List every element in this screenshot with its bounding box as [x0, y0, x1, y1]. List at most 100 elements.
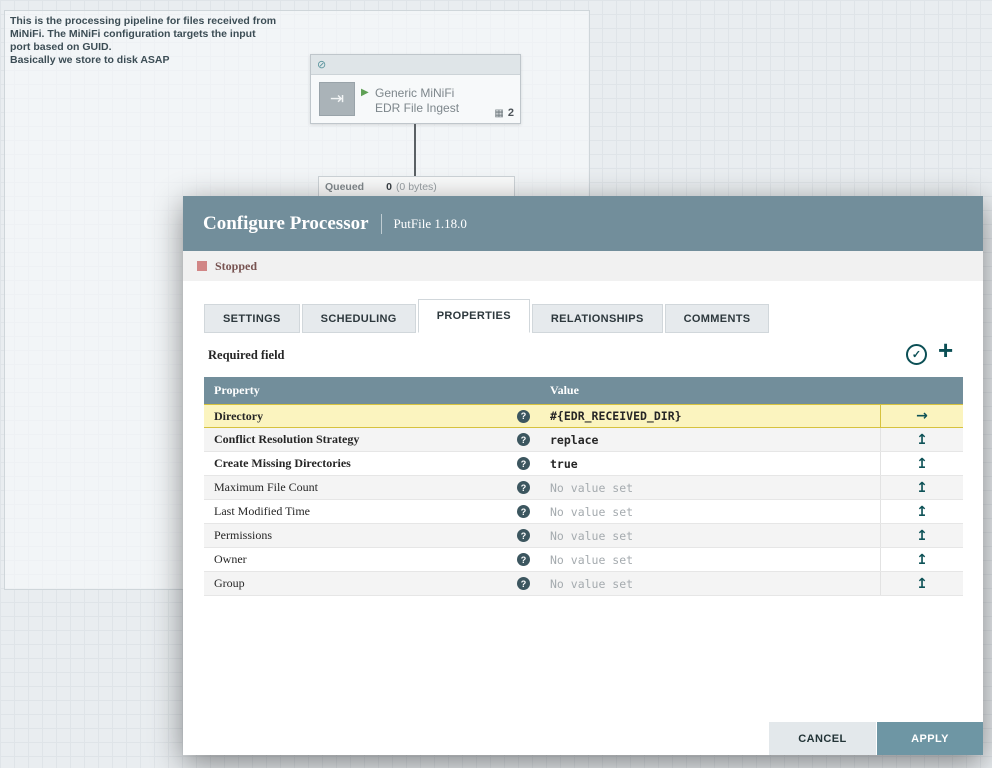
level-up-icon[interactable]: ↥ [916, 577, 928, 591]
tab-label: PROPERTIES [437, 310, 511, 322]
action-cell: → [880, 405, 963, 427]
property-name: Owner [214, 552, 247, 567]
go-to-arrow-icon[interactable]: → [916, 409, 928, 423]
processor-header: ⊘ [311, 55, 520, 75]
property-value[interactable]: No value set [540, 476, 880, 499]
add-property-button[interactable]: + [938, 336, 953, 364]
table-row[interactable]: Directory ? #{EDR_RECEIVED_DIR} → [204, 404, 963, 428]
cancel-button[interactable]: CANCEL [769, 722, 876, 755]
tab-label: RELATIONSHIPS [551, 313, 644, 325]
queued-text: Queued [325, 181, 364, 193]
dialog-header: Configure Processor PutFile 1.18.0 [183, 196, 983, 251]
tab-label: SETTINGS [223, 313, 281, 325]
properties-table-body: Directory ? #{EDR_RECEIVED_DIR} → Confli… [204, 404, 963, 596]
level-up-icon[interactable]: ↥ [916, 505, 928, 519]
help-icon[interactable]: ? [517, 577, 530, 590]
stopped-status-icon [197, 261, 207, 271]
level-up-icon[interactable]: ↥ [916, 553, 928, 567]
level-up-icon[interactable]: ↥ [916, 457, 928, 471]
connection-line [414, 124, 416, 177]
property-name: Permissions [214, 528, 272, 543]
property-value[interactable]: No value set [540, 500, 880, 523]
property-name: Conflict Resolution Strategy [214, 432, 359, 447]
table-row[interactable]: Permissions ? No value set ↥ [204, 524, 963, 548]
action-cell: ↥ [880, 452, 963, 475]
processor-name: Generic MiNiFi EDR File Ingest [375, 86, 459, 116]
tab-properties[interactable]: PROPERTIES [418, 299, 530, 333]
properties-table-header: Property Value [204, 377, 963, 404]
tab-label: COMMENTS [684, 313, 751, 325]
property-value[interactable]: No value set [540, 524, 880, 547]
processor-component[interactable]: ⊘ ⇥ ▶ Generic MiNiFi EDR File Ingest ▦ 2 [310, 54, 521, 124]
property-name: Create Missing Directories [214, 456, 351, 471]
property-value[interactable]: replace [540, 428, 880, 451]
dialog-tabs: SETTINGS SCHEDULING PROPERTIES RELATIONS… [204, 297, 771, 333]
apply-button[interactable]: APPLY [877, 722, 983, 755]
action-cell: ↥ [880, 428, 963, 451]
help-icon[interactable]: ? [517, 433, 530, 446]
property-name: Maximum File Count [214, 480, 318, 495]
plus-icon: + [938, 335, 953, 365]
check-circle-icon: ✓ [912, 348, 921, 361]
property-name: Directory [214, 409, 263, 424]
property-name-cell: Owner ? [204, 548, 540, 571]
help-icon[interactable]: ? [517, 505, 530, 518]
property-name-cell: Permissions ? [204, 524, 540, 547]
help-icon[interactable]: ? [517, 553, 530, 566]
verify-properties-button[interactable]: ✓ [906, 344, 927, 365]
property-name: Last Modified Time [214, 504, 310, 519]
tab-comments[interactable]: COMMENTS [665, 304, 770, 333]
action-cell: ↥ [880, 500, 963, 523]
property-value[interactable]: No value set [540, 572, 880, 595]
dialog-buttons: CANCEL APPLY [769, 722, 983, 755]
tasks-count: 2 [508, 107, 514, 119]
property-value[interactable]: #{EDR_RECEIVED_DIR} [540, 405, 880, 427]
table-row[interactable]: Group ? No value set ↥ [204, 572, 963, 596]
tab-scheduling[interactable]: SCHEDULING [302, 304, 416, 333]
tasks-grid-icon: ▦ [494, 108, 503, 119]
dialog-title: Configure Processor [203, 213, 369, 235]
processor-type-icon: ⇥ [319, 82, 355, 116]
help-icon[interactable]: ? [517, 457, 530, 470]
help-icon[interactable]: ? [517, 481, 530, 494]
action-cell: ↥ [880, 572, 963, 595]
property-name: Group [214, 576, 245, 591]
properties-table: Property Value Directory ? #{EDR_RECEIVE… [204, 377, 963, 596]
nifi-canvas[interactable]: This is the processing pipeline for file… [0, 0, 992, 768]
column-header-property: Property [204, 383, 540, 398]
action-cell: ↥ [880, 476, 963, 499]
connection-queue-label[interactable]: Queued 0 (0 bytes) [318, 176, 515, 197]
property-name-cell: Directory ? [204, 405, 540, 427]
table-row[interactable]: Owner ? No value set ↥ [204, 548, 963, 572]
table-row[interactable]: Last Modified Time ? No value set ↥ [204, 500, 963, 524]
level-up-icon[interactable]: ↥ [916, 529, 928, 543]
dialog-subtitle: PutFile 1.18.0 [381, 214, 467, 234]
column-header-value: Value [540, 383, 880, 398]
property-name-cell: Last Modified Time ? [204, 500, 540, 523]
canvas-annotation-label[interactable]: This is the processing pipeline for file… [10, 15, 320, 67]
status-text: Stopped [215, 259, 257, 274]
processor-tasks-badge: ▦ 2 [494, 107, 514, 119]
processor-state-icon: ⊘ [317, 58, 326, 71]
help-icon[interactable]: ? [517, 529, 530, 542]
queued-size: (0 bytes) [396, 181, 437, 193]
run-status-play-icon: ▶ [361, 87, 369, 98]
level-up-icon[interactable]: ↥ [916, 481, 928, 495]
status-bar: Stopped [183, 251, 983, 281]
configure-processor-dialog: Configure Processor PutFile 1.18.0 Stopp… [183, 196, 983, 755]
table-row[interactable]: Conflict Resolution Strategy ? replace ↥ [204, 428, 963, 452]
queued-count: 0 [386, 181, 392, 193]
action-cell: ↥ [880, 548, 963, 571]
property-value[interactable]: No value set [540, 548, 880, 571]
property-name-cell: Create Missing Directories ? [204, 452, 540, 475]
property-value[interactable]: true [540, 452, 880, 475]
required-field-label: Required field [208, 348, 285, 363]
tab-relationships[interactable]: RELATIONSHIPS [532, 304, 663, 333]
level-up-icon[interactable]: ↥ [916, 433, 928, 447]
tab-settings[interactable]: SETTINGS [204, 304, 300, 333]
help-icon[interactable]: ? [517, 410, 530, 423]
table-row[interactable]: Maximum File Count ? No value set ↥ [204, 476, 963, 500]
table-row[interactable]: Create Missing Directories ? true ↥ [204, 452, 963, 476]
property-name-cell: Group ? [204, 572, 540, 595]
property-name-cell: Maximum File Count ? [204, 476, 540, 499]
